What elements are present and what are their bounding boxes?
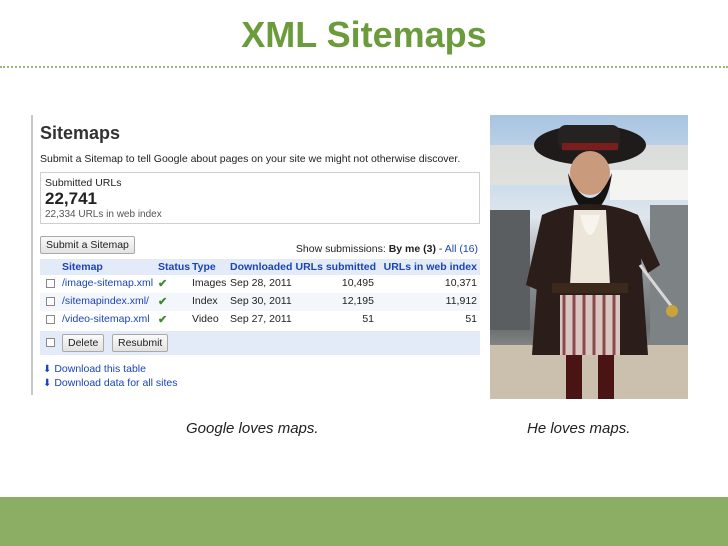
submitted-urls-box: Submitted URLs 22,741 22,334 URLs in web… [40, 172, 480, 224]
sitemap-link[interactable]: /sitemapindex.xml/ [62, 295, 149, 307]
status-ok-icon: ✔ [158, 314, 168, 326]
status-ok-icon: ✔ [158, 278, 168, 290]
sitemap-type: Index [192, 295, 218, 307]
urls-indexed-value: 51 [465, 313, 477, 325]
sitemaps-heading: Sitemaps [40, 123, 121, 143]
col-urls-indexed-header[interactable]: URLs in web index [384, 261, 477, 273]
select-all-checkbox[interactable] [46, 336, 55, 350]
sitemap-type: Video [192, 313, 219, 325]
col-type-header[interactable]: Type [192, 261, 216, 273]
caption-left: Google loves maps. [186, 420, 319, 437]
urls-submitted-value: 12,195 [341, 295, 374, 307]
col-status-header[interactable]: Status [158, 261, 190, 273]
table-header-row: Sitemap Status Type Downloaded URLs subm… [40, 259, 480, 275]
filter-by-me[interactable]: By me (3) [389, 243, 436, 255]
download-all-sites-link[interactable]: ⬇ Download data for all sites [43, 377, 177, 389]
download-table-label[interactable]: Download this table [54, 363, 146, 375]
sitemaps-description: Submit a Sitemap to tell Google about pa… [40, 153, 461, 165]
filter-separator: - [438, 243, 443, 255]
row-checkbox[interactable] [46, 313, 55, 327]
row-checkbox[interactable] [46, 295, 55, 309]
panel-edge [31, 115, 33, 395]
table-actions-row: Delete Resubmit [40, 331, 480, 355]
downloaded-date: Sep 27, 2011 [230, 313, 292, 325]
show-submissions-label: Show submissions: [295, 243, 386, 255]
row-checkbox[interactable] [46, 277, 55, 291]
downloaded-date: Sep 30, 2011 [230, 295, 292, 307]
urls-submitted-value: 51 [362, 313, 374, 325]
resubmit-button[interactable]: Resubmit [112, 334, 169, 352]
delete-button[interactable]: Delete [62, 334, 105, 352]
table-row: /video-sitemap.xml ✔ Video Sep 27, 2011 … [40, 311, 480, 329]
sitemap-type: Images [192, 277, 227, 289]
urls-submitted-value: 10,495 [341, 277, 374, 289]
download-all-label[interactable]: Download data for all sites [54, 377, 177, 389]
submitted-urls-label: Submitted URLs [45, 177, 122, 189]
sitemaps-table: Sitemap Status Type Downloaded URLs subm… [40, 259, 480, 355]
show-submissions-filter: Show submissions: By me (3) - All (16) [296, 243, 478, 255]
table-row: /sitemapindex.xml/ ✔ Index Sep 30, 2011 … [40, 293, 480, 311]
pirate-photo [490, 115, 688, 399]
sitemap-link[interactable]: /video-sitemap.xml [62, 313, 150, 325]
download-arrow-icon: ⬇ [43, 378, 52, 389]
indexed-urls-text: 22,334 URLs in web index [45, 209, 162, 220]
downloaded-date: Sep 28, 2011 [230, 277, 292, 289]
sitemap-link[interactable]: /image-sitemap.xml [62, 277, 153, 289]
submitted-urls-count: 22,741 [45, 189, 97, 208]
pirate-illustration [490, 125, 688, 399]
caption-right: He loves maps. [527, 420, 631, 437]
download-arrow-icon: ⬇ [43, 364, 52, 375]
slide-title: XML Sitemaps [241, 14, 487, 55]
filter-all-link[interactable]: All (16) [445, 243, 478, 255]
col-sitemap-header[interactable]: Sitemap [62, 261, 103, 273]
title-divider [0, 66, 728, 68]
footer-band [0, 497, 728, 546]
urls-indexed-value: 11,912 [445, 295, 477, 307]
download-table-link[interactable]: ⬇ Download this table [43, 363, 146, 375]
submit-sitemap-button[interactable]: Submit a Sitemap [40, 236, 135, 254]
status-ok-icon: ✔ [158, 296, 168, 308]
urls-indexed-value: 10,371 [444, 277, 477, 289]
col-urls-submitted-header[interactable]: URLs submitted [295, 261, 376, 273]
table-row: /image-sitemap.xml ✔ Images Sep 28, 2011… [40, 275, 480, 293]
webmaster-sitemaps-panel: Sitemaps Submit a Sitemap to tell Google… [35, 115, 480, 397]
col-downloaded-header[interactable]: Downloaded [230, 261, 292, 273]
